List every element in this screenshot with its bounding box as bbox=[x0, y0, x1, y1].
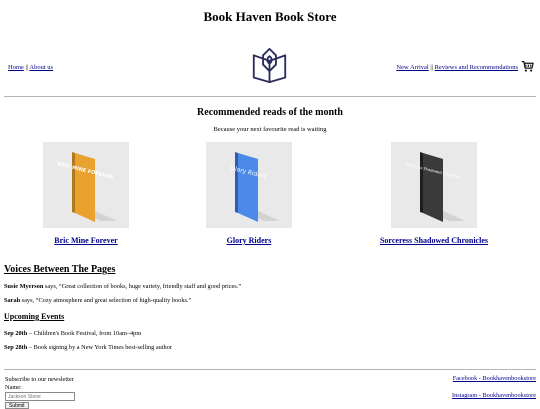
nav-new-arrival-link[interactable]: New Arrival bbox=[396, 64, 428, 71]
event-date: Sep 28th bbox=[4, 344, 28, 351]
reviewer-name: Sarah bbox=[4, 297, 21, 304]
shopping-cart-icon[interactable] bbox=[521, 60, 534, 73]
name-input[interactable] bbox=[5, 392, 75, 401]
instagram-link[interactable]: Instagram - Bookhavenbookstore bbox=[452, 392, 536, 399]
footer-divider bbox=[4, 369, 536, 370]
recommended-title: Recommended reads of the month bbox=[197, 107, 343, 118]
nav-reviews-link[interactable]: Reviews and Recommendations bbox=[435, 64, 518, 71]
open-book-logo-icon[interactable] bbox=[251, 47, 288, 84]
book-cover-card[interactable]: Glory Riders bbox=[206, 142, 292, 228]
newsletter-form: Subscribe to our newsletter Name: Submit bbox=[5, 376, 75, 409]
book-cover-image: Glory Riders bbox=[230, 152, 280, 222]
reviewer-name: Susie Myerson bbox=[4, 283, 44, 290]
review-item: Sarah says, “Cozy atmosphere and great s… bbox=[4, 297, 191, 304]
book-cover-image: BRIC MINE FOREVER bbox=[57, 152, 117, 222]
event-item: Sep 20th – Children's Book Festival, fro… bbox=[4, 330, 141, 337]
event-date: Sep 20th bbox=[4, 330, 28, 337]
review-item: Susie Myerson says, “Great collection of… bbox=[4, 283, 241, 290]
nav-about-link[interactable]: About us bbox=[29, 64, 53, 71]
book-title-link[interactable]: Sorceress Shadowed Chronicles bbox=[361, 236, 507, 245]
header-divider bbox=[4, 96, 536, 97]
book-title-link[interactable]: Glory Riders bbox=[206, 236, 292, 245]
submit-button[interactable]: Submit bbox=[5, 402, 29, 409]
site-title: Book Haven Book Store bbox=[203, 9, 337, 24]
voices-section-title: Voices Between The Pages bbox=[4, 264, 116, 275]
newsletter-label: Subscribe to our newsletter bbox=[5, 376, 74, 383]
nav-right: New Arrival || Reviews and Recommendatio… bbox=[396, 64, 518, 71]
book-cover-card[interactable]: Sorceress Shadowed Chronicles bbox=[391, 142, 477, 228]
event-description: – Book signing by a New York Times best-… bbox=[27, 344, 172, 351]
name-label: Name: bbox=[5, 384, 22, 391]
book-title-link[interactable]: Bric Mine Forever bbox=[43, 236, 129, 245]
recommended-subtitle: Because your next favourite read is wait… bbox=[213, 126, 327, 133]
book-cover-card[interactable]: BRIC MINE FOREVER bbox=[43, 142, 129, 228]
review-text: says, “Cozy atmosphere and great selecti… bbox=[20, 297, 192, 304]
nav-left: Home || About us bbox=[8, 64, 53, 71]
events-section-title: Upcoming Events bbox=[4, 312, 65, 321]
nav-home-link[interactable]: Home bbox=[8, 64, 24, 71]
facebook-link[interactable]: Facebook - Bookhavenbookstore bbox=[453, 375, 536, 382]
event-description: – Children's Book Festival, from 10am–4p… bbox=[27, 330, 142, 337]
review-text: says, “Great collection of books, huge v… bbox=[43, 283, 242, 290]
book-cover-image: Sorceress Shadowed Chronicles bbox=[405, 152, 465, 222]
event-item: Sep 28th – Book signing by a New York Ti… bbox=[4, 344, 172, 351]
